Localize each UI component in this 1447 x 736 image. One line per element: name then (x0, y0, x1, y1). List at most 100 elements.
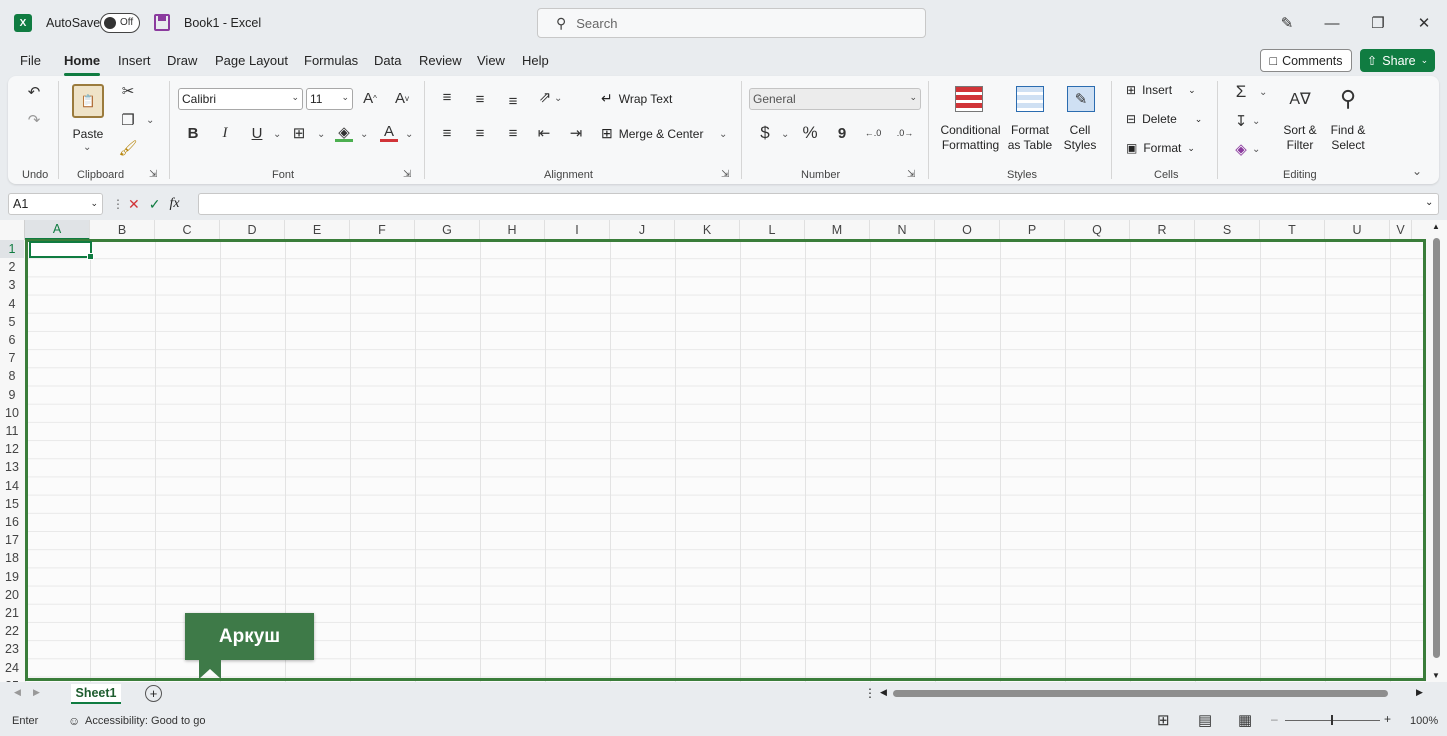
autosum-icon[interactable]: Σ (1231, 82, 1251, 102)
column-header-n[interactable]: N (870, 220, 935, 240)
currency-button[interactable]: $ (756, 123, 774, 143)
tab-page-layout[interactable]: Page Layout (215, 53, 288, 68)
collapse-ribbon-icon[interactable]: ⌄ (1412, 164, 1422, 178)
conditional-formatting-icon[interactable] (955, 86, 983, 112)
orientation-icon[interactable]: ⇗ (535, 88, 555, 106)
prev-sheet-icon[interactable]: ◀ (14, 687, 21, 698)
align-left-icon[interactable]: ≡ (438, 124, 456, 142)
dialog-launcher-icon[interactable]: ⇲ (907, 169, 915, 180)
scroll-down-icon[interactable]: ▼ (1432, 671, 1440, 680)
align-center-icon[interactable]: ≡ (471, 124, 489, 142)
close-button[interactable]: ✕ (1409, 10, 1439, 36)
row-header-16[interactable]: 16 (0, 513, 24, 531)
column-header-d[interactable]: D (220, 220, 285, 240)
comments-button[interactable]: □ Comments (1260, 49, 1352, 72)
row-header-20[interactable]: 20 (0, 586, 24, 604)
row-header-13[interactable]: 13 (0, 458, 24, 476)
more-icon[interactable]: ⋮ (864, 686, 876, 700)
chevron-down-icon[interactable]: ⌄ (360, 129, 368, 140)
chevron-down-icon[interactable]: ⌄ (405, 129, 413, 140)
search-input[interactable]: ⚲ Search (537, 8, 926, 38)
wrap-text-button[interactable]: ↵ Wrap Text (601, 90, 672, 107)
row-header-5[interactable]: 5 (0, 313, 24, 331)
zoom-level[interactable]: 100% (1410, 715, 1438, 727)
insert-cells-button[interactable]: ⊞ Insert ⌄ (1126, 83, 1196, 97)
column-header-c[interactable]: C (155, 220, 220, 240)
column-header-p[interactable]: P (1000, 220, 1065, 240)
row-header-6[interactable]: 6 (0, 331, 24, 349)
row-header-18[interactable]: 18 (0, 549, 24, 567)
row-header-15[interactable]: 15 (0, 495, 24, 513)
row-header-2[interactable]: 2 (0, 258, 24, 276)
normal-view-icon[interactable]: ⊞ (1157, 711, 1170, 729)
column-header-l[interactable]: L (740, 220, 805, 240)
chevron-down-icon[interactable]: ⌄ (317, 129, 325, 140)
undo-icon[interactable]: ↶ (24, 82, 44, 102)
chevron-down-icon[interactable]: ⌄ (273, 129, 281, 140)
vertical-scrollbar[interactable]: ▲ ▼ (1431, 222, 1443, 682)
row-header-12[interactable]: 12 (0, 440, 24, 458)
page-break-view-icon[interactable]: ▦ (1238, 711, 1252, 729)
fill-icon[interactable]: ↧ (1231, 111, 1251, 131)
chevron-down-icon[interactable]: ⌄ (1252, 144, 1260, 155)
italic-button[interactable]: I (216, 124, 234, 142)
tab-help[interactable]: Help (522, 53, 549, 68)
percent-button[interactable]: % (800, 123, 820, 143)
format-cells-button[interactable]: ▣ Format ⌄ (1126, 141, 1195, 155)
chevron-down-icon[interactable]: ⌄ (1252, 116, 1260, 127)
font-size-select[interactable]: 11 ⌄ (306, 88, 353, 110)
restore-button[interactable]: ❐ (1363, 10, 1393, 36)
column-header-o[interactable]: O (935, 220, 1000, 240)
formula-input[interactable] (198, 193, 1439, 215)
column-header-a[interactable]: A (25, 220, 90, 240)
tab-view[interactable]: View (477, 53, 505, 68)
column-header-q[interactable]: Q (1065, 220, 1130, 240)
chevron-down-icon[interactable]: ⌄ (781, 129, 789, 140)
minimize-button[interactable]: — (1317, 10, 1347, 36)
dialog-launcher-icon[interactable]: ⇲ (721, 169, 729, 180)
row-header-9[interactable]: 9 (0, 386, 24, 404)
tab-insert[interactable]: Insert (118, 53, 151, 68)
increase-decimal-icon[interactable]: ←.0 (862, 123, 884, 143)
row-header-8[interactable]: 8 (0, 367, 24, 385)
tab-review[interactable]: Review (419, 53, 462, 68)
chevron-down-icon[interactable]: ⌄ (719, 129, 727, 140)
share-button[interactable]: ⇧ Share ⌄ (1360, 49, 1435, 72)
autosave-toggle[interactable]: Off (100, 13, 140, 33)
column-header-b[interactable]: B (90, 220, 155, 240)
chevron-down-icon[interactable]: ⌄ (554, 93, 562, 104)
font-name-select[interactable]: Calibri ⌄ (178, 88, 303, 110)
dialog-launcher-icon[interactable]: ⇲ (149, 169, 157, 180)
conditional-formatting-button[interactable]: Conditional Formatting (933, 123, 1008, 153)
insert-function-button[interactable]: fx (169, 196, 179, 212)
top-align-icon[interactable]: ≡ (438, 88, 456, 106)
underline-button[interactable]: U (248, 124, 266, 142)
row-header-17[interactable]: 17 (0, 531, 24, 549)
font-color-icon[interactable]: A (380, 123, 398, 142)
accessibility-status[interactable]: Accessibility: Good to go (85, 715, 205, 727)
row-header-21[interactable]: 21 (0, 604, 24, 622)
find-select-button[interactable]: Find & Select (1324, 123, 1372, 153)
column-header-h[interactable]: H (480, 220, 545, 240)
row-header-14[interactable]: 14 (0, 477, 24, 495)
cut-icon[interactable]: ✂ (119, 82, 137, 100)
dialog-launcher-icon[interactable]: ⇲ (403, 169, 411, 180)
tab-draw[interactable]: Draw (167, 53, 197, 68)
zoom-out-icon[interactable]: – (1271, 712, 1278, 726)
increase-indent-icon[interactable]: ⇥ (567, 124, 585, 142)
chevron-down-icon[interactable]: ⌄ (1259, 87, 1267, 98)
copy-icon[interactable]: ❐ (119, 111, 137, 129)
row-header-7[interactable]: 7 (0, 349, 24, 367)
horizontal-scroll-thumb[interactable] (893, 690, 1388, 697)
scroll-left-icon[interactable]: ◀ (880, 687, 887, 698)
column-header-f[interactable]: F (350, 220, 415, 240)
bold-button[interactable]: B (184, 124, 202, 142)
select-all-corner[interactable] (0, 220, 25, 240)
tab-data[interactable]: Data (374, 53, 401, 68)
add-sheet-icon[interactable]: + (145, 685, 162, 702)
column-header-j[interactable]: J (610, 220, 675, 240)
column-header-v[interactable]: V (1390, 220, 1412, 240)
column-header-g[interactable]: G (415, 220, 480, 240)
pen-icon[interactable]: ✎ (1272, 10, 1302, 36)
sheet-tab-sheet1[interactable]: Sheet1 (71, 684, 121, 704)
